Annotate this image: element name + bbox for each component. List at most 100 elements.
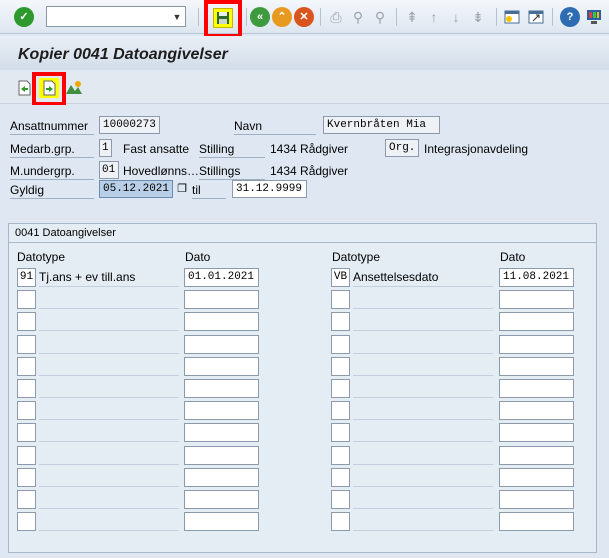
left-datotype-text-7 <box>39 423 179 442</box>
right-datotype-code-3[interactable] <box>331 335 350 354</box>
right-datotype-code-8[interactable] <box>331 446 350 465</box>
help-icon[interactable]: ? <box>560 7 580 27</box>
right-dato-field-5[interactable] <box>499 379 574 398</box>
ansattnummer-label: Ansattnummer <box>10 117 94 135</box>
right-dato-field-11[interactable] <box>499 512 574 531</box>
right-dato-field-4[interactable] <box>499 357 574 376</box>
checkmark-icon[interactable]: ✓ <box>14 7 34 27</box>
right-datotype-code-4[interactable] <box>331 357 350 376</box>
main-content: Ansattnummer 10000273 Navn Kvernbråten M… <box>0 105 609 558</box>
left-datotype-code-1[interactable] <box>17 290 36 309</box>
left-dato-field-0[interactable]: 01.01.2021 <box>184 268 259 287</box>
command-field[interactable]: ▼ <box>46 6 186 27</box>
stilling-label: Stilling <box>199 140 265 158</box>
stillings-label: Stillings <box>199 162 265 180</box>
left-dato-field-3[interactable] <box>184 335 259 354</box>
right-datotype-code-9[interactable] <box>331 468 350 487</box>
right-datotype-header: Datotype <box>332 250 381 264</box>
gyldig-label: Gyldig <box>10 181 94 199</box>
left-dato-field-11[interactable] <box>184 512 259 531</box>
find-next-icon[interactable]: ⚲ <box>370 7 390 27</box>
right-datotype-code-11[interactable] <box>331 512 350 531</box>
left-dato-field-4[interactable] <box>184 357 259 376</box>
left-dato-field-9[interactable] <box>184 468 259 487</box>
navn-field[interactable]: Kvernbråten Mia <box>323 116 440 134</box>
copy-icon[interactable]: ❐ <box>175 180 189 198</box>
right-datotype-text-2 <box>353 312 493 331</box>
next-page-icon[interactable]: ↓ <box>446 7 466 27</box>
left-dato-field-2[interactable] <box>184 312 259 331</box>
left-dato-field-7[interactable] <box>184 423 259 442</box>
left-datotype-code-9[interactable] <box>17 468 36 487</box>
print-icon[interactable]: ⎙ <box>326 7 346 27</box>
layout-icon[interactable] <box>584 7 604 27</box>
save-icon[interactable] <box>213 8 233 28</box>
left-datotype-code-6[interactable] <box>17 401 36 420</box>
gyldig-to-field[interactable]: 31.12.9999 <box>232 180 307 198</box>
left-datotype-code-11[interactable] <box>17 512 36 531</box>
toolbar-separator <box>396 8 397 26</box>
right-datotype-text-5 <box>353 379 493 398</box>
right-datotype-code-1[interactable] <box>331 290 350 309</box>
exit-icon[interactable]: ⌃ <box>272 7 292 27</box>
gyldig-from-field[interactable]: 05.12.2021 <box>99 180 173 198</box>
left-datotype-code-10[interactable] <box>17 490 36 509</box>
left-datotype-text-2 <box>39 312 179 331</box>
right-datotype-code-6[interactable] <box>331 401 350 420</box>
left-dato-field-6[interactable] <box>184 401 259 420</box>
medarb-grp-label: Medarb.grp. <box>10 140 94 158</box>
right-datotype-code-2[interactable] <box>331 312 350 331</box>
left-datotype-text-6 <box>39 401 179 420</box>
navn-label: Navn <box>234 117 316 135</box>
left-datotype-code-0[interactable]: 91 <box>17 268 36 287</box>
overview-icon[interactable] <box>64 78 84 98</box>
left-datotype-text-9 <box>39 468 179 487</box>
medarb-grp-text: Fast ansatte <box>123 142 190 156</box>
right-dato-field-3[interactable] <box>499 335 574 354</box>
left-datotype-text-8 <box>39 446 179 465</box>
left-datotype-text-4 <box>39 357 179 376</box>
left-datotype-header: Datotype <box>17 250 66 264</box>
left-dato-field-8[interactable] <box>184 446 259 465</box>
right-dato-field-1[interactable] <box>499 290 574 309</box>
right-dato-field-6[interactable] <box>499 401 574 420</box>
right-datotype-code-10[interactable] <box>331 490 350 509</box>
right-datotype-text-3 <box>353 335 493 354</box>
cancel-icon[interactable]: ✕ <box>294 7 314 27</box>
medarb-grp-code[interactable]: 1 <box>99 139 112 157</box>
right-datotype-code-0[interactable]: VB <box>331 268 350 287</box>
right-dato-field-0[interactable]: 11.08.2021 <box>499 268 574 287</box>
right-dato-field-10[interactable] <box>499 490 574 509</box>
right-dato-field-2[interactable] <box>499 312 574 331</box>
left-datotype-code-4[interactable] <box>17 357 36 376</box>
left-dato-field-5[interactable] <box>184 379 259 398</box>
next-record-icon[interactable] <box>39 78 59 98</box>
shortcut-icon[interactable] <box>526 7 546 27</box>
ansattnummer-field[interactable]: 10000273 <box>99 116 160 134</box>
right-datotype-code-7[interactable] <box>331 423 350 442</box>
left-dato-field-10[interactable] <box>184 490 259 509</box>
prev-page-icon[interactable]: ↑ <box>424 7 444 27</box>
first-page-icon[interactable]: ⇞ <box>402 7 422 27</box>
right-datotype-code-5[interactable] <box>331 379 350 398</box>
last-page-icon[interactable]: ⇟ <box>468 7 488 27</box>
m-undergrp-code[interactable]: 01 <box>99 161 119 179</box>
back-icon[interactable]: « <box>250 7 270 27</box>
left-datotype-code-7[interactable] <box>17 423 36 442</box>
left-datotype-code-2[interactable] <box>17 312 36 331</box>
previous-record-icon[interactable] <box>14 78 34 98</box>
right-datotype-text-4 <box>353 357 493 376</box>
left-datotype-text-11 <box>39 512 179 531</box>
system-toolbar: ✓ ▼ « ⌃ ✕ ⎙ ⚲ ⚲ ⇞ ↑ ↓ ⇟ ? <box>0 0 609 38</box>
find-icon[interactable]: ⚲ <box>348 7 368 27</box>
right-dato-field-8[interactable] <box>499 446 574 465</box>
left-datotype-code-8[interactable] <box>17 446 36 465</box>
left-datotype-code-5[interactable] <box>17 379 36 398</box>
chevron-down-icon[interactable]: ▼ <box>169 7 185 26</box>
new-session-icon[interactable] <box>502 7 522 27</box>
left-dato-field-1[interactable] <box>184 290 259 309</box>
right-dato-field-9[interactable] <box>499 468 574 487</box>
til-label: til <box>192 181 226 199</box>
left-datotype-code-3[interactable] <box>17 335 36 354</box>
right-dato-field-7[interactable] <box>499 423 574 442</box>
